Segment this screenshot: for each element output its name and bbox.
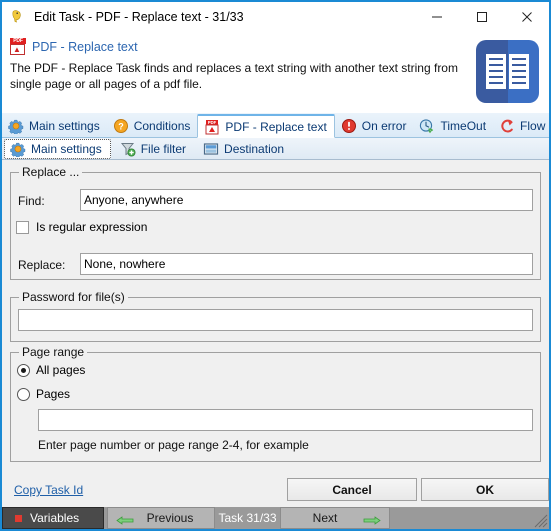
svg-text:?: ? xyxy=(118,121,124,131)
checkbox-box xyxy=(16,220,29,234)
window-controls xyxy=(414,2,549,32)
tab-flow[interactable]: Flow xyxy=(493,114,549,137)
radio-all-pages[interactable]: All pages xyxy=(17,363,85,377)
svg-text:PDF: PDF xyxy=(208,120,217,125)
subtab-label: Main settings xyxy=(31,141,102,156)
tab-label: Flow xyxy=(520,118,546,133)
funnel-add-icon xyxy=(120,141,136,157)
subtab-main-settings[interactable]: Main settings xyxy=(4,138,111,159)
main-settings-panel: Replace ... Find: Is regular expression … xyxy=(2,160,549,471)
main-tab-strip: Main settings ? Conditions PDF PDF - Rep… xyxy=(2,113,549,138)
maximize-button[interactable] xyxy=(459,2,504,32)
question-mark-icon: ? xyxy=(113,118,129,134)
flow-arrow-icon xyxy=(499,118,515,134)
close-button[interactable] xyxy=(504,2,549,32)
edit-task-dialog: Edit Task - PDF - Replace text - 31/33 P… xyxy=(0,0,551,531)
find-input[interactable] xyxy=(80,189,533,211)
page-range-group-legend: Page range xyxy=(19,345,88,359)
gear-icon xyxy=(8,118,24,135)
copy-task-id-link[interactable]: Copy Task Id xyxy=(14,483,83,497)
monitor-icon xyxy=(203,141,219,157)
subtab-destination[interactable]: Destination xyxy=(198,139,292,159)
clock-refresh-icon xyxy=(419,118,435,134)
task-header-title: PDF - Replace text xyxy=(32,39,138,54)
replace-group-legend: Replace ... xyxy=(19,165,83,179)
variables-label: Variables xyxy=(30,511,80,525)
pdf-file-icon: PDF ▲ xyxy=(10,38,26,55)
tab-pdf-replace-text[interactable]: PDF PDF - Replace text xyxy=(197,114,335,138)
task-description: The PDF - Replace Task finds and replace… xyxy=(10,61,458,91)
sub-tab-strip: Main settings File filter Destination xyxy=(2,138,549,160)
pdf-file-icon: PDF xyxy=(204,119,220,135)
radio-indicator xyxy=(17,387,30,401)
tab-conditions[interactable]: ? Conditions xyxy=(107,114,198,137)
page-range-hint: Enter page number or page range 2-4, for… xyxy=(38,438,309,452)
open-book-icon xyxy=(476,40,539,103)
tab-label: PDF - Replace text xyxy=(225,119,327,134)
replace-input[interactable] xyxy=(80,253,533,275)
parrot-icon xyxy=(10,9,26,25)
arrow-right-icon xyxy=(363,514,381,525)
find-label: Find: xyxy=(18,194,45,208)
previous-button[interactable]: Previous xyxy=(107,507,215,529)
password-group-legend: Password for file(s) xyxy=(19,290,128,304)
subtab-label: File filter xyxy=(140,141,187,156)
is-regular-expression-checkbox[interactable]: Is regular expression xyxy=(16,220,147,234)
cancel-button[interactable]: Cancel xyxy=(287,478,417,501)
tab-label: Main settings xyxy=(29,118,100,133)
dialog-footer: Copy Task Id Cancel OK xyxy=(2,471,549,507)
radio-pages[interactable]: Pages xyxy=(17,387,70,401)
password-input[interactable] xyxy=(18,309,533,331)
tab-main-settings[interactable]: Main settings xyxy=(2,114,107,137)
gear-icon xyxy=(10,141,26,158)
tab-timeout[interactable]: TimeOut xyxy=(413,114,493,137)
previous-label: Previous xyxy=(146,511,194,525)
page-range-input[interactable] xyxy=(38,409,533,431)
subtab-file-filter[interactable]: File filter xyxy=(115,139,194,159)
variables-button[interactable]: Variables xyxy=(2,507,104,529)
window-title: Edit Task - PDF - Replace text - 31/33 xyxy=(34,10,244,24)
radio-indicator xyxy=(17,363,30,377)
pages-label: Pages xyxy=(36,387,71,401)
resize-grip[interactable] xyxy=(534,514,548,528)
task-counter: Task 31/33 xyxy=(215,507,280,529)
title-bar: Edit Task - PDF - Replace text - 31/33 xyxy=(2,2,549,32)
tab-label: TimeOut xyxy=(440,118,487,133)
task-header: PDF ▲ PDF - Replace text The PDF - Repla… xyxy=(2,32,549,113)
next-label: Next xyxy=(312,511,338,525)
tab-label: On error xyxy=(361,118,407,133)
next-button[interactable]: Next xyxy=(280,507,390,529)
all-pages-label: All pages xyxy=(36,363,86,377)
tab-on-error[interactable]: On error xyxy=(335,114,414,137)
variables-dot-icon xyxy=(15,514,22,522)
arrow-left-icon xyxy=(116,514,134,525)
ok-button[interactable]: OK xyxy=(421,478,549,501)
task-header-title-row: PDF ▲ PDF - Replace text xyxy=(10,38,138,55)
status-bar: Variables Previous Task 31/33 Next xyxy=(2,507,549,529)
error-circle-icon xyxy=(341,118,357,134)
is-regular-expression-label: Is regular expression xyxy=(36,220,148,234)
tab-label: Conditions xyxy=(133,118,191,133)
replace-label: Replace: xyxy=(18,258,66,272)
subtab-label: Destination xyxy=(224,141,285,156)
minimize-button[interactable] xyxy=(414,2,459,32)
